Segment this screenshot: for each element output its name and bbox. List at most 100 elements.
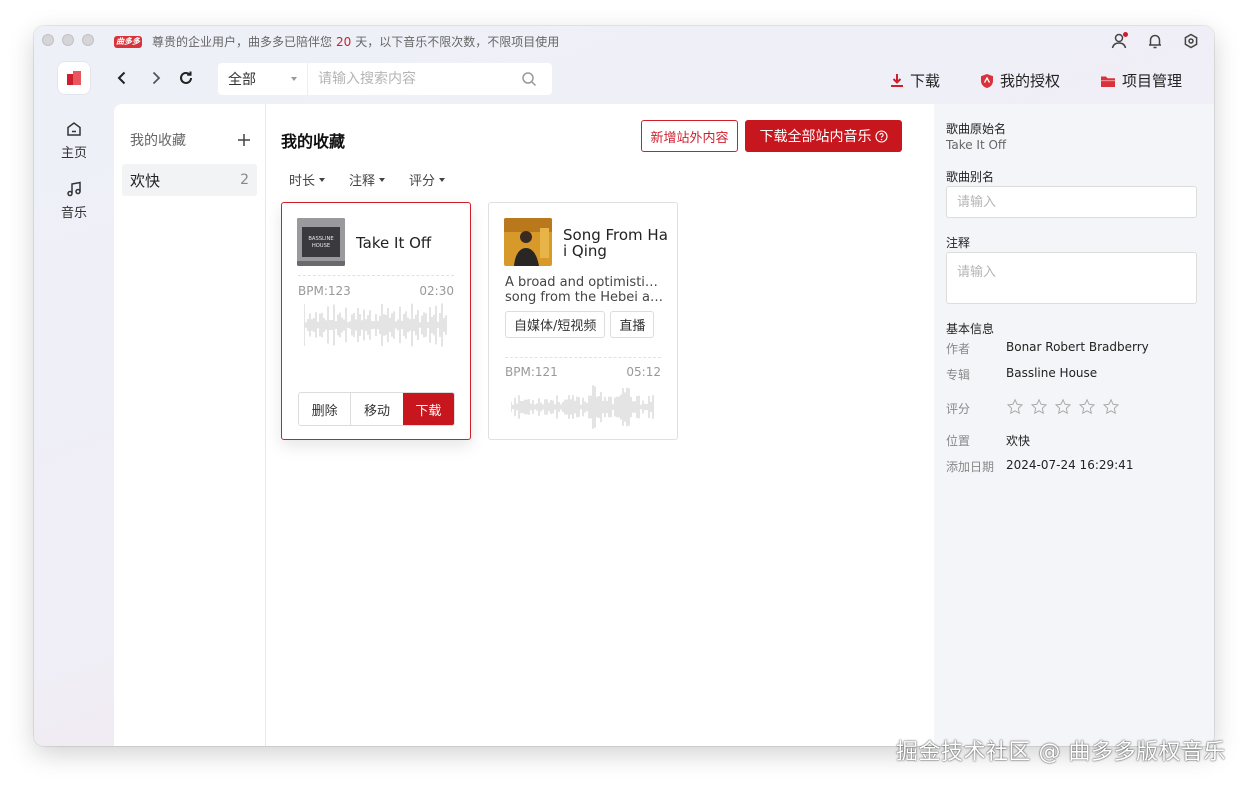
rating-stars[interactable] <box>1006 398 1120 419</box>
search-bar: 全部 <box>218 63 552 95</box>
filter-note-label: 注释 <box>349 174 376 189</box>
folder-label: 欢快 <box>130 171 161 190</box>
filter-rating[interactable]: 评分 <box>409 170 446 189</box>
album-cover <box>504 218 552 266</box>
info-value: 欢快 <box>1006 434 1031 448</box>
enterprise-notice: 曲多多 尊贵的企业用户，曲多多已陪伴您 20 天，以下音乐不限次数，不限项目使用 <box>114 33 559 50</box>
star-icon[interactable] <box>1102 398 1120 419</box>
search-scope-select[interactable]: 全部 <box>218 63 308 95</box>
nav-license-button[interactable]: 我的授权 <box>980 70 1060 91</box>
top-navbar: 全部 下载 我的授权 项目管理 <box>34 56 1214 104</box>
nav-download-label: 下载 <box>909 72 940 90</box>
waveform[interactable] <box>511 383 655 431</box>
folder-count: 2 <box>240 172 249 188</box>
home-icon <box>67 122 81 136</box>
help-icon[interactable] <box>874 129 888 143</box>
caret-down-icon <box>319 177 326 182</box>
delete-button[interactable]: 删除 <box>299 393 351 425</box>
chevron-down-icon <box>291 77 297 81</box>
info-row-location: 位置 欢快 <box>946 432 1030 449</box>
info-value: Bassline House <box>1006 366 1098 380</box>
info-row-added-date: 添加日期 2024-07-24 16:29:41 <box>946 458 1133 475</box>
star-icon[interactable] <box>1054 398 1072 419</box>
move-button[interactable]: 移动 <box>350 393 403 425</box>
card-divider <box>505 357 661 358</box>
add-folder-icon[interactable] <box>237 133 251 147</box>
song-meta: BPM:123 02:30 <box>298 284 454 298</box>
card-divider <box>298 275 454 276</box>
shield-icon <box>980 73 993 88</box>
info-row-author: 作者 Bonar Robert Bradberry <box>946 340 1149 357</box>
rail-home-label: 主页 <box>60 146 87 161</box>
song-bpm: BPM:123 <box>298 284 351 298</box>
add-external-content-button[interactable]: 新增站外内容 <box>641 120 738 152</box>
filter-note[interactable]: 注释 <box>349 170 386 189</box>
notice-text-prefix: 尊贵的企业用户，曲多多已陪伴您 <box>152 35 333 49</box>
favorites-heading: 我的收藏 <box>130 133 186 149</box>
info-row-rating: 评分 <box>946 398 1120 419</box>
left-rail: 主页 音乐 <box>34 104 114 746</box>
info-value: 2024-07-24 16:29:41 <box>1006 458 1134 472</box>
download-all-label: 下载全部站内音乐 <box>759 129 872 145</box>
refresh-icon[interactable] <box>176 68 196 88</box>
search-input[interactable] <box>308 71 520 87</box>
alias-input[interactable] <box>946 186 1197 218</box>
tag-chip[interactable]: 直播 <box>610 311 655 338</box>
music-note-icon <box>67 181 81 197</box>
notice-text-suffix: 天，以下音乐不限次数，不限项目使用 <box>355 35 560 49</box>
folder-icon <box>1100 76 1115 87</box>
song-description: A broad and optimistic folk song from th… <box>505 275 665 305</box>
download-icon <box>890 74 903 87</box>
nav-download-button[interactable]: 下载 <box>890 70 940 91</box>
notice-days: 20 <box>336 34 352 49</box>
nav-license-label: 我的授权 <box>999 72 1060 90</box>
star-icon[interactable] <box>1006 398 1024 419</box>
song-duration: 05:12 <box>626 365 661 379</box>
star-icon[interactable] <box>1030 398 1048 419</box>
info-row-album: 专辑 Bassline House <box>946 366 1097 383</box>
settings-icon[interactable] <box>1182 32 1200 50</box>
info-key: 添加日期 <box>946 460 995 474</box>
search-icon[interactable] <box>520 70 538 88</box>
favorites-column: 我的收藏 欢快 2 <box>114 104 266 746</box>
card-actions: 删除 移动 下载 <box>298 392 455 426</box>
page-title: 我的收藏 <box>281 132 346 151</box>
song-card[interactable]: BASSLINE HOUSE Take It Off BPM:123 02:30 … <box>281 202 471 440</box>
window-zoom-button[interactable] <box>82 34 94 46</box>
filter-duration[interactable]: 时长 <box>289 170 326 189</box>
song-card[interactable]: Song From Ha i Qing A broad and optimist… <box>488 202 678 440</box>
song-title-line: i Qing <box>563 242 607 260</box>
favorites-folder-item[interactable]: 欢快 2 <box>122 164 257 196</box>
app-window: 曲多多 尊贵的企业用户，曲多多已陪伴您 20 天，以下音乐不限次数，不限项目使用 <box>34 26 1214 746</box>
download-button[interactable]: 下载 <box>402 393 454 425</box>
waveform[interactable] <box>304 301 448 349</box>
content-panel: 我的收藏 欢快 2 我的收藏 新增站外内容 下载全部站内音乐 时长 注释 评分 <box>114 104 934 746</box>
star-icon[interactable] <box>1078 398 1096 419</box>
title-bar: 曲多多 尊贵的企业用户，曲多多已陪伴您 20 天，以下音乐不限次数，不限项目使用 <box>34 26 1214 56</box>
back-icon[interactable] <box>112 68 132 88</box>
notice-logo: 曲多多 <box>114 35 142 48</box>
info-key: 评分 <box>946 402 971 416</box>
window-close-button[interactable] <box>42 34 54 46</box>
filter-bar: 时长 注释 评分 <box>289 170 446 189</box>
song-bpm: BPM:121 <box>505 365 558 379</box>
download-all-button[interactable]: 下载全部站内音乐 <box>745 120 902 152</box>
filter-duration-label: 时长 <box>289 174 316 189</box>
rail-item-home[interactable]: 主页 <box>54 120 94 161</box>
caret-down-icon <box>379 177 386 182</box>
bell-icon[interactable] <box>1146 32 1164 50</box>
song-meta: BPM:121 05:12 <box>505 365 661 379</box>
window-minimize-button[interactable] <box>62 34 74 46</box>
description-line: song from the Hebei and... <box>505 290 665 305</box>
nav-projects-button[interactable]: 项目管理 <box>1100 70 1182 91</box>
note-textarea[interactable] <box>946 252 1197 304</box>
app-logo[interactable] <box>58 62 90 94</box>
rail-item-music[interactable]: 音乐 <box>54 180 94 221</box>
forward-icon[interactable] <box>146 68 166 88</box>
app-logo-icon <box>67 71 81 85</box>
description-line: A broad and optimistic folk <box>505 275 665 290</box>
tag-chip[interactable]: 自媒体/短视频 <box>505 311 606 338</box>
original-name-label: 歌曲原始名 <box>946 122 1007 136</box>
user-icon[interactable] <box>1110 32 1128 50</box>
cover-text: HOUSE <box>312 243 330 249</box>
